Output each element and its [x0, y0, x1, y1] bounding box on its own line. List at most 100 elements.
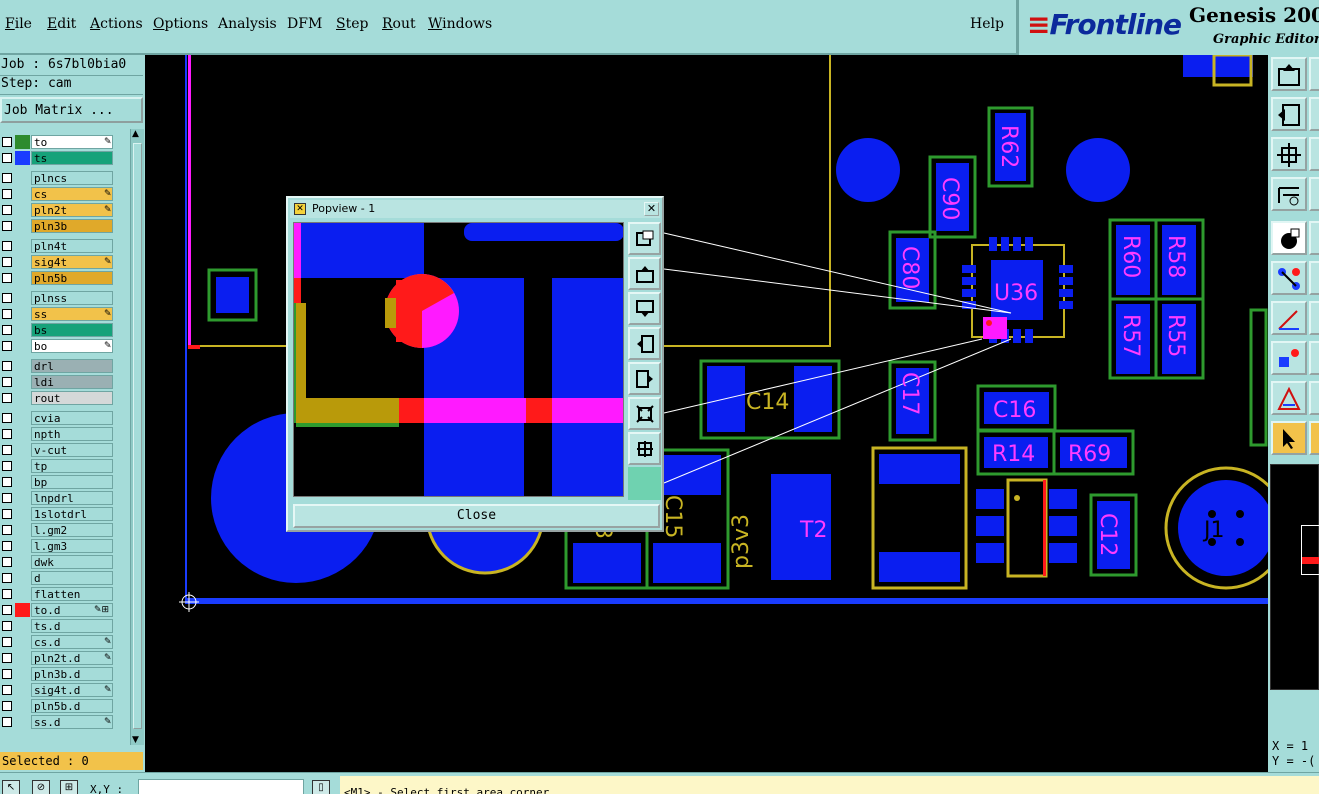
layer-checkbox[interactable] — [2, 573, 12, 583]
layer-color-swatch[interactable] — [15, 507, 30, 521]
tool-extra-4[interactable] — [1309, 177, 1319, 211]
zoom-out-icon[interactable] — [628, 397, 661, 430]
layer-color-swatch[interactable] — [15, 339, 30, 353]
layer-checkbox[interactable] — [2, 445, 12, 455]
layer-name[interactable]: tp — [31, 459, 113, 473]
layer-row[interactable]: pln3b.d — [0, 666, 130, 682]
layer-color-swatch[interactable] — [15, 135, 30, 149]
popview-close-button[interactable]: Close — [293, 504, 660, 528]
layer-checkbox[interactable] — [2, 509, 12, 519]
layer-name[interactable]: cs — [31, 187, 113, 201]
layer-color-swatch[interactable] — [15, 491, 30, 505]
layer-row[interactable]: d — [0, 570, 130, 586]
zoom-fit-icon[interactable] — [628, 222, 661, 255]
overview-map[interactable] — [1270, 464, 1319, 690]
layer-name[interactable]: ss.d — [31, 715, 113, 729]
layer-list-scrollbar[interactable]: ▲ ▼ — [130, 129, 144, 745]
layer-name[interactable]: cvia — [31, 411, 113, 425]
layer-name[interactable]: ts.d — [31, 619, 113, 633]
layer-row[interactable]: dwk — [0, 554, 130, 570]
layer-checkbox[interactable] — [2, 189, 12, 199]
layer-name[interactable]: pln2t.d — [31, 651, 113, 665]
layer-color-swatch[interactable] — [15, 651, 30, 665]
layer-row[interactable]: pln4t — [0, 238, 130, 254]
menu-actions[interactable]: Actions — [90, 16, 143, 32]
tool-extra-3[interactable] — [1309, 137, 1319, 171]
layer-name[interactable]: drl — [31, 359, 113, 373]
layer-checkbox[interactable] — [2, 653, 12, 663]
layer-row[interactable]: plncs — [0, 170, 130, 186]
layer-color-swatch[interactable] — [15, 635, 30, 649]
menu-step[interactable]: Step — [336, 16, 368, 32]
layer-checkbox[interactable] — [2, 377, 12, 387]
layer-name[interactable]: flatten — [31, 587, 113, 601]
pan-right-icon[interactable] — [628, 362, 661, 395]
layer-checkbox[interactable] — [2, 361, 12, 371]
popview-titlebar[interactable]: ✕ Popview - 1 ✕ — [290, 200, 660, 218]
layer-color-swatch[interactable] — [15, 255, 30, 269]
layer-name[interactable]: plncs — [31, 171, 113, 185]
layer-checkbox[interactable] — [2, 413, 12, 423]
layer-row[interactable]: l.gm2 — [0, 522, 130, 538]
layer-color-swatch[interactable] — [15, 203, 30, 217]
tool-zoom-area-icon[interactable] — [1271, 137, 1307, 171]
menu-windows[interactable]: Windows — [428, 16, 492, 32]
layer-color-swatch[interactable] — [15, 667, 30, 681]
layer-checkbox[interactable] — [2, 541, 12, 551]
tool-angle-icon[interactable] — [1271, 301, 1307, 335]
tool-extra-5[interactable] — [1309, 221, 1319, 255]
tool-extra-1[interactable] — [1309, 57, 1319, 91]
grid-mode-icon[interactable]: ⊞ — [60, 780, 78, 794]
job-matrix-button[interactable]: Job Matrix ... — [0, 97, 143, 123]
layer-name[interactable]: bo — [31, 339, 113, 353]
layer-row[interactable]: to ✎ — [0, 134, 130, 150]
snap-mode-icon[interactable]: ⊘ — [32, 780, 50, 794]
layer-name[interactable]: lnpdrl — [31, 491, 113, 505]
tool-drc-icon[interactable] — [1271, 381, 1307, 415]
layer-row[interactable]: npth — [0, 426, 130, 442]
layer-row[interactable]: ldi — [0, 374, 130, 390]
layer-checkbox[interactable] — [2, 605, 12, 615]
layer-row[interactable]: ss.d ✎ — [0, 714, 130, 730]
layer-name[interactable]: pln3b — [31, 219, 113, 233]
layer-color-swatch[interactable] — [15, 539, 30, 553]
layer-row[interactable]: plnss — [0, 290, 130, 306]
layer-name[interactable]: pln5b.d — [31, 699, 113, 713]
menu-edit[interactable]: Edit — [47, 16, 76, 32]
layer-name[interactable]: v-cut — [31, 443, 113, 457]
tool-measure-icon[interactable] — [1271, 177, 1307, 211]
xy-input[interactable] — [138, 779, 304, 794]
scroll-down-icon[interactable]: ▼ — [132, 735, 139, 745]
layer-color-swatch[interactable] — [15, 187, 30, 201]
layer-checkbox[interactable] — [2, 701, 12, 711]
layer-checkbox[interactable] — [2, 153, 12, 163]
layer-color-swatch[interactable] — [15, 699, 30, 713]
layer-row[interactable]: cs.d ✎ — [0, 634, 130, 650]
layer-name[interactable]: plnss — [31, 291, 113, 305]
menu-dfm[interactable]: DFM — [287, 16, 322, 32]
window-menu-icon[interactable]: ✕ — [294, 203, 306, 215]
layer-row[interactable]: bo ✎ — [0, 338, 130, 354]
layer-row[interactable]: sig4t ✎ — [0, 254, 130, 270]
pan-up-icon[interactable] — [628, 257, 661, 290]
tool-extra-2[interactable] — [1309, 97, 1319, 131]
close-icon[interactable]: ✕ — [644, 202, 659, 216]
layer-checkbox[interactable] — [2, 525, 12, 535]
layer-color-swatch[interactable] — [15, 375, 30, 389]
prompt-toggle-icon[interactable]: ▯ — [312, 780, 330, 794]
layer-name[interactable]: pln2t — [31, 203, 113, 217]
layer-color-swatch[interactable] — [15, 587, 30, 601]
layer-row[interactable]: pln2t ✎ — [0, 202, 130, 218]
layer-color-swatch[interactable] — [15, 411, 30, 425]
layer-row[interactable]: rout — [0, 390, 130, 406]
layer-color-swatch[interactable] — [15, 219, 30, 233]
layer-color-swatch[interactable] — [15, 359, 30, 373]
layer-checkbox[interactable] — [2, 325, 12, 335]
layer-checkbox[interactable] — [2, 557, 12, 567]
layer-color-swatch[interactable] — [15, 307, 30, 321]
layer-name[interactable]: sig4t.d — [31, 683, 113, 697]
zoom-in-icon[interactable] — [628, 432, 661, 465]
layer-color-swatch[interactable] — [15, 523, 30, 537]
layer-checkbox[interactable] — [2, 477, 12, 487]
tool-pan-icon[interactable] — [1271, 97, 1307, 131]
